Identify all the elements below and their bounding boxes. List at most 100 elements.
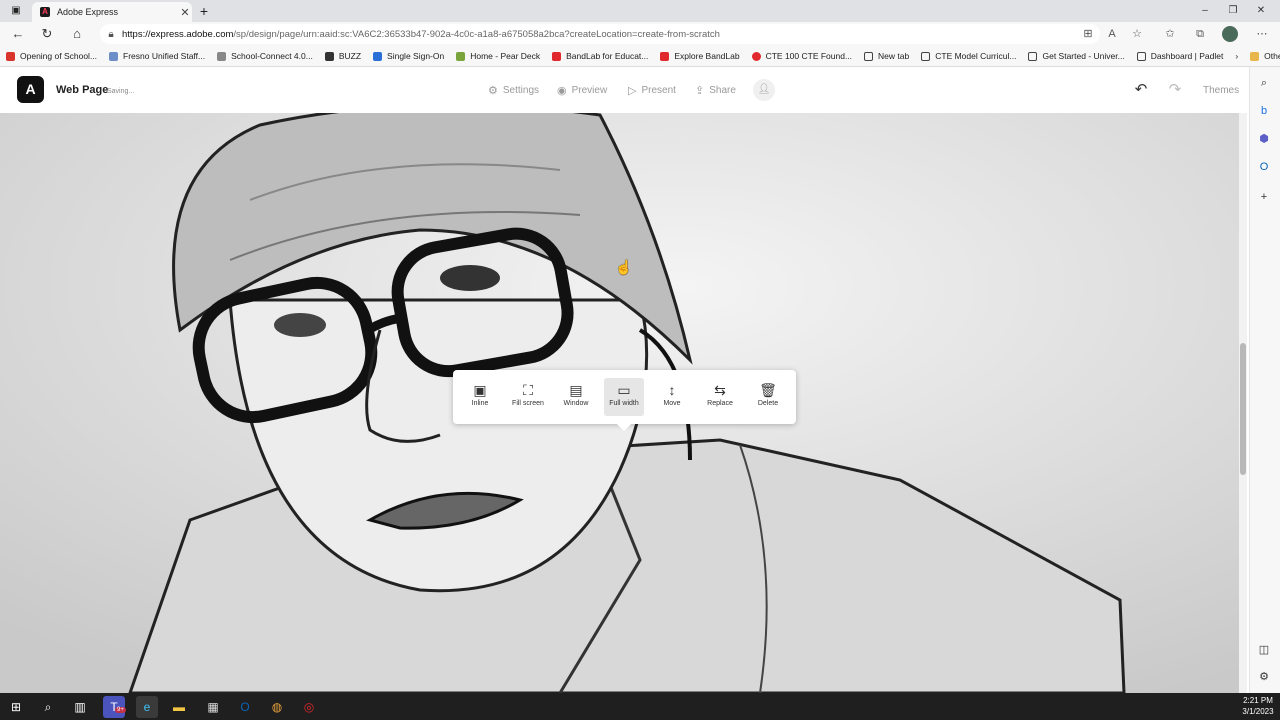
other-favorites[interactable]: Other favorites — [1244, 51, 1280, 61]
new-tab-button[interactable]: + — [196, 3, 212, 19]
bookmark-item[interactable]: CTE Model Curricul... — [915, 51, 1022, 61]
settings-more-icon[interactable]: ⋯ — [1252, 24, 1272, 44]
bookmark-item[interactable]: CTE 100 CTE Found... — [746, 51, 858, 61]
bookmark-item[interactable]: New tab — [858, 51, 915, 61]
tab-adobe-express[interactable]: A Adobe Express ✕ — [32, 2, 192, 22]
tab-actions-icon[interactable]: ▣ — [9, 4, 23, 18]
fill-screen-icon: ⛶ — [523, 382, 533, 398]
profile-avatar[interactable] — [1222, 26, 1238, 42]
windows-taskbar — [0, 693, 1280, 720]
replace-label: Replace — [707, 400, 733, 407]
bookmark-label: CTE 100 CTE Found... — [765, 51, 853, 61]
add-favorite-icon[interactable]: ☆ — [1127, 24, 1147, 44]
bookmark-favicon-icon — [864, 51, 874, 61]
collections-icon[interactable]: ⧉ — [1190, 24, 1210, 44]
bookmark-item[interactable]: Home - Pear Deck — [450, 51, 546, 61]
bookmark-item[interactable]: Fresno Unified Staff... — [103, 51, 211, 61]
bookmark-item[interactable]: School-Connect 4.0... — [211, 51, 319, 61]
edge-icon[interactable]: e — [136, 696, 158, 718]
bookmark-item[interactable]: Get Started - Univer... — [1022, 51, 1130, 61]
refresh-button[interactable]: ↻ — [37, 24, 57, 44]
bookmarks-bar: Opening of School... Fresno Unified Staf… — [0, 46, 1280, 67]
favorites-icon[interactable]: ✩ — [1160, 24, 1180, 44]
sidebar-settings-icon[interactable]: ⚙ — [1256, 669, 1272, 685]
replace-button[interactable]: ⇆ Replace — [700, 378, 740, 416]
chrome-icon[interactable]: ◍ — [266, 696, 288, 718]
outlook-taskbar-icon[interactable]: O — [234, 696, 256, 718]
bookmark-item[interactable]: Opening of School... — [0, 51, 103, 61]
inline-button[interactable]: ▣ Inline — [460, 378, 500, 416]
bookmark-label: Single Sign-On — [387, 51, 445, 61]
window-icon: ▤ — [569, 382, 583, 398]
fill-screen-button[interactable]: ⛶ Fill screen — [508, 378, 548, 416]
bookmark-label: BandLab for Educat... — [566, 51, 649, 61]
bing-icon[interactable]: b — [1256, 103, 1272, 119]
read-aloud-icon[interactable]: A — [1102, 24, 1122, 44]
task-view-icon[interactable]: ▥ — [69, 696, 91, 718]
bookmarks-overflow-chevron-icon[interactable]: › — [1229, 51, 1244, 61]
delete-button[interactable]: 🗑︎ Delete — [748, 378, 788, 416]
play-icon: ▷ — [628, 85, 637, 97]
move-button[interactable]: ↕ Move — [652, 378, 692, 416]
browser-tab-strip — [0, 0, 1280, 22]
page-title[interactable]: Web Page — [56, 84, 108, 96]
teams-badge: 9+ — [115, 707, 126, 713]
close-window-button[interactable]: ✕ — [1250, 3, 1272, 19]
clock-date: 3/1/2023 — [1242, 707, 1274, 716]
scrollbar-thumb[interactable] — [1240, 343, 1246, 475]
window-label: Window — [563, 400, 589, 407]
full-width-button[interactable]: ▭ Full width — [604, 378, 644, 416]
bookmark-favicon-icon — [456, 51, 466, 61]
store-icon[interactable]: ▦ — [202, 696, 224, 718]
lock-icon: 🔒︎ — [108, 28, 114, 40]
bookmark-label: Dashboard | Padlet — [1150, 51, 1224, 61]
bookmark-favicon-icon — [217, 51, 227, 61]
fill-screen-label: Fill screen — [512, 400, 544, 407]
window-button[interactable]: ▤ Window — [556, 378, 596, 416]
system-clock[interactable]: 2:21 PM 3/1/2023 — [1236, 695, 1280, 717]
hide-sidebar-icon[interactable]: ◫ — [1256, 642, 1272, 658]
start-icon[interactable]: ⊞ — [5, 696, 27, 718]
undo-icon[interactable]: ↶ — [1131, 80, 1151, 100]
bookmark-favicon-icon — [921, 51, 931, 61]
home-button[interactable]: ⌂ — [67, 24, 87, 44]
present-button[interactable]: ▷ Present — [628, 84, 676, 97]
move-label: Move — [663, 400, 681, 407]
close-tab-icon[interactable]: ✕ — [178, 6, 192, 19]
outlook-icon[interactable]: O — [1256, 159, 1272, 175]
search-icon[interactable]: ⌕ — [1256, 75, 1272, 91]
bookmark-favicon-icon — [324, 51, 334, 61]
office-icon[interactable]: ⬢ — [1256, 131, 1272, 147]
bookmark-item[interactable]: Single Sign-On — [367, 51, 450, 61]
address-bar[interactable]: 🔒︎ https://express.adobe.com/sp/design/p… — [100, 24, 1100, 44]
share-button[interactable]: ⇪ Share — [695, 84, 736, 97]
adobe-express-logo[interactable]: A — [17, 76, 44, 103]
settings-button[interactable]: ⚙ Settings — [488, 84, 539, 97]
gear-icon: ⚙ — [488, 85, 498, 97]
redo-icon[interactable]: ↷ — [1165, 80, 1185, 100]
file-explorer-icon[interactable]: ▬ — [168, 696, 190, 718]
invite-collaborator-icon[interactable]: 👤︎ — [753, 79, 775, 101]
full-width-icon: ▭ — [617, 382, 631, 398]
preview-button[interactable]: ◉ Preview — [557, 84, 607, 97]
bookmark-favicon-icon — [1136, 51, 1146, 61]
bookmark-favicon-icon — [109, 51, 119, 61]
maximize-button[interactable]: ❐ — [1222, 3, 1244, 19]
taskbar-search-icon[interactable]: ⌕ — [37, 696, 59, 718]
bookmark-item[interactable]: Dashboard | Padlet — [1131, 51, 1230, 61]
bookmark-item[interactable]: Explore BandLab — [654, 51, 745, 61]
back-button[interactable]: ← — [8, 24, 28, 44]
minimize-button[interactable]: – — [1194, 3, 1216, 19]
replace-arrows-icon: ⇆ — [714, 382, 726, 398]
inline-label: Inline — [471, 400, 489, 407]
bookmark-label: Home - Pear Deck — [470, 51, 541, 61]
add-sidebar-app-icon[interactable]: + — [1256, 189, 1272, 205]
bookmark-label: CTE Model Curricul... — [935, 51, 1017, 61]
share-icon: ⇪ — [695, 85, 705, 97]
bandlab-icon[interactable]: ◎ — [298, 696, 320, 718]
bookmark-item[interactable]: BandLab for Educat... — [546, 51, 654, 61]
bookmark-favicon-icon — [1028, 51, 1038, 61]
app-available-icon[interactable]: ⊞ — [1078, 24, 1098, 44]
bookmark-item[interactable]: BUZZ — [319, 51, 367, 61]
themes-button[interactable]: Themes — [1203, 85, 1239, 96]
